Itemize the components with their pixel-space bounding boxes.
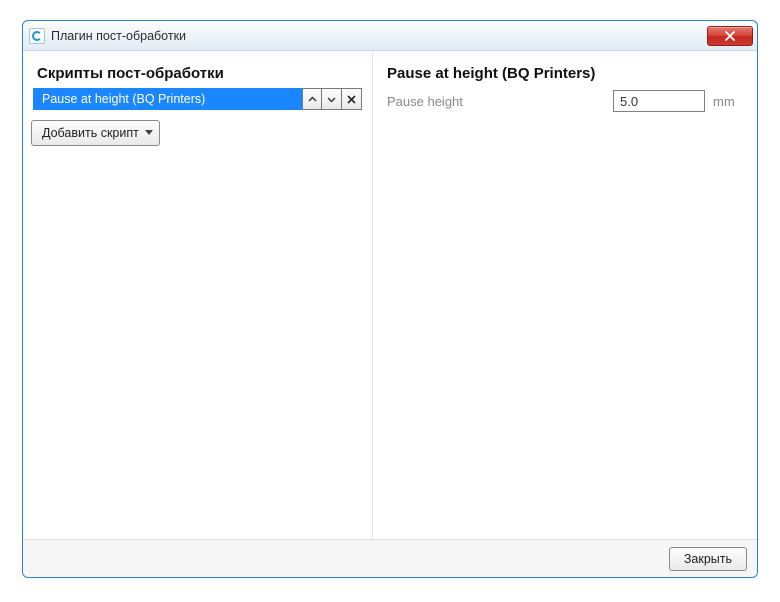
app-icon — [29, 28, 45, 44]
window-title: Плагин пост-обработки — [51, 29, 707, 43]
close-button-label: Закрыть — [684, 552, 732, 566]
setting-label: Pause height — [387, 94, 605, 109]
caret-down-icon — [145, 130, 153, 136]
setting-unit: mm — [713, 94, 741, 109]
scripts-list: Pause at height (BQ Printers) — [31, 88, 364, 110]
pause-height-input[interactable] — [613, 90, 705, 112]
dialog-window: Плагин пост-обработки Скрипты пост-обраб… — [22, 20, 758, 578]
settings-heading: Pause at height (BQ Printers) — [381, 55, 747, 88]
dialog-body: Скрипты пост-обработки Pause at height (… — [23, 51, 757, 539]
dialog-footer: Закрыть — [23, 539, 757, 577]
settings-panel: Pause at height (BQ Printers) Pause heig… — [373, 51, 757, 539]
titlebar: Плагин пост-обработки — [23, 21, 757, 51]
close-button[interactable]: Закрыть — [669, 547, 747, 571]
scripts-heading: Скрипты пост-обработки — [31, 55, 364, 88]
close-icon — [724, 31, 736, 41]
add-script-button[interactable]: Добавить скрипт — [31, 120, 160, 146]
script-name[interactable]: Pause at height (BQ Printers) — [33, 88, 302, 110]
move-down-button[interactable] — [322, 88, 342, 110]
chevron-up-icon — [308, 96, 317, 103]
move-up-button[interactable] — [302, 88, 322, 110]
chevron-down-icon — [327, 96, 336, 103]
window-close-button[interactable] — [707, 26, 753, 46]
script-row[interactable]: Pause at height (BQ Printers) — [33, 88, 362, 110]
x-icon — [347, 95, 356, 104]
add-script-label: Добавить скрипт — [42, 126, 139, 140]
scripts-panel: Скрипты пост-обработки Pause at height (… — [23, 51, 373, 539]
setting-row: Pause height mm — [381, 88, 747, 114]
remove-script-button[interactable] — [342, 88, 362, 110]
